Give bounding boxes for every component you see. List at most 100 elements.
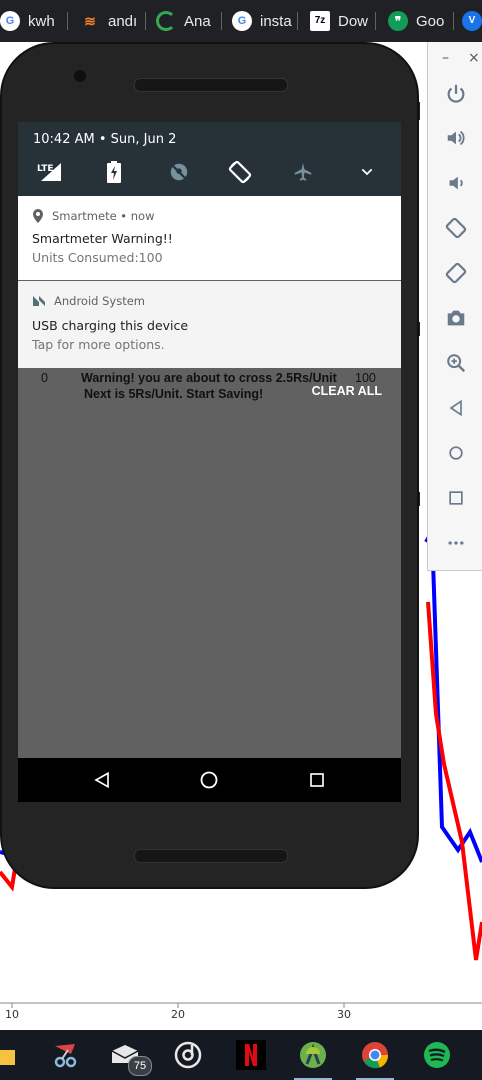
- quick-settings-panel: 10:42 AM • Sun, Jun 2 LTE: [18, 122, 401, 196]
- meter-max-value: 100: [355, 371, 376, 385]
- emulator-toolbar: – ×: [427, 42, 482, 571]
- taskbar-netflix[interactable]: [232, 1036, 270, 1074]
- taskbar-snipping-tool[interactable]: [47, 1036, 85, 1074]
- browser-tab-kwh[interactable]: G kwh: [0, 6, 68, 36]
- taskbar-groove-music[interactable]: [169, 1036, 207, 1074]
- zoom-button[interactable]: [428, 345, 482, 381]
- rotate-left-icon: [445, 217, 466, 239]
- more-button[interactable]: [428, 525, 482, 561]
- chrome-icon: [362, 1042, 389, 1069]
- x-tick-label: 20: [171, 1008, 185, 1021]
- lte-signal-icon: LTE: [37, 163, 61, 181]
- camera-icon: [447, 310, 464, 326]
- volume-down-button[interactable]: [428, 165, 482, 201]
- clear-all-button[interactable]: CLEAR ALL: [312, 384, 382, 398]
- close-button[interactable]: ×: [468, 50, 480, 66]
- android-n-icon: [33, 296, 45, 306]
- taskbar-file-explorer[interactable]: [0, 1036, 20, 1074]
- taskbar-chrome[interactable]: [356, 1036, 394, 1074]
- recents-square-icon: [310, 773, 324, 787]
- stackoverflow-icon: ≋: [84, 13, 96, 29]
- power-icon: [447, 84, 464, 103]
- mail-unread-badge: 75: [128, 1056, 152, 1076]
- front-camera: [74, 70, 86, 82]
- browser-tab-analysis[interactable]: Ana: [156, 6, 222, 36]
- top-speaker-grille: [134, 78, 288, 92]
- taskbar-mail[interactable]: 75: [106, 1036, 152, 1076]
- rotate-right-icon: [445, 262, 466, 284]
- notification-title: Smartmeter Warning!!: [32, 231, 173, 246]
- notification-app-name: Android System: [54, 294, 146, 308]
- screenshot-button[interactable]: [428, 300, 482, 336]
- volume-down-icon: [449, 176, 463, 190]
- warning-message-line-1: Warning! you are about to cross 2.5Rs/Un…: [81, 371, 337, 385]
- back-icon: [448, 399, 462, 417]
- location-tile[interactable]: [163, 156, 195, 188]
- x-tick-label: 30: [337, 1008, 351, 1021]
- expand-quick-settings-button[interactable]: [351, 156, 383, 188]
- nav-home-button[interactable]: [193, 764, 225, 796]
- snipping-tool-icon: [54, 1044, 77, 1068]
- overview-button[interactable]: [428, 480, 482, 516]
- back-button[interactable]: [428, 390, 482, 426]
- notification-title: USB charging this device: [32, 318, 189, 333]
- hangouts-icon: ❞: [388, 11, 408, 31]
- phone-device-frame: 10:42 AM • Sun, Jun 2 LTE Smartmete • no…: [2, 44, 417, 887]
- rotate-right-button[interactable]: [428, 255, 482, 291]
- notification-app-name: Smartmete • now: [52, 209, 155, 223]
- windows-taskbar: 75: [0, 1030, 482, 1080]
- notification-body: Units Consumed:100: [32, 250, 163, 265]
- groove-music-icon: [174, 1041, 202, 1069]
- meter-min-value: 0: [41, 371, 48, 385]
- navigation-bar: [18, 758, 401, 802]
- browser-tab-download[interactable]: 7z Dow: [310, 6, 376, 36]
- notification-android-system[interactable]: Android System USB charging this device …: [18, 281, 401, 368]
- lte-label: LTE: [37, 164, 54, 174]
- browser-tab-google[interactable]: ❞ Goo: [388, 6, 454, 36]
- app-content-dimmed: 0 100 Warning! you are about to cross 2.…: [18, 368, 401, 758]
- google-icon: G: [232, 11, 252, 31]
- taskbar-android-studio[interactable]: [294, 1036, 332, 1074]
- auto-rotate-icon: [228, 160, 252, 184]
- vpn-extension-icon: V: [462, 11, 482, 31]
- taskbar-spotify[interactable]: [418, 1036, 456, 1074]
- nav-back-button[interactable]: [86, 764, 118, 796]
- notification-body: Tap for more options.: [32, 337, 165, 352]
- minimize-button[interactable]: –: [442, 50, 449, 66]
- status-clock: 10:42 AM • Sun, Jun 2: [33, 132, 177, 147]
- overview-icon: [448, 491, 463, 505]
- 7zip-icon: 7z: [310, 11, 330, 31]
- browser-tab-android[interactable]: ≋ andı: [80, 6, 146, 36]
- spotify-icon: [424, 1042, 450, 1068]
- browser-tab-instagram[interactable]: G insta: [232, 6, 298, 36]
- browser-tab-extension[interactable]: V: [462, 6, 482, 36]
- rotate-left-button[interactable]: [428, 210, 482, 246]
- auto-rotate-tile[interactable]: [224, 156, 256, 188]
- volume-up-icon: [447, 130, 464, 146]
- nav-recents-button[interactable]: [301, 764, 333, 796]
- location-off-icon: [170, 163, 188, 181]
- browser-tab-strip: G kwh ≋ andı Ana G insta 7z Dow ❞ Goo V: [0, 0, 482, 42]
- warning-message-line-2: Next is 5Rs/Unit. Start Saving!: [84, 387, 264, 401]
- android-studio-icon: [300, 1042, 326, 1068]
- airplane-mode-tile[interactable]: [287, 156, 319, 188]
- google-icon: G: [0, 11, 20, 31]
- home-circle-icon: [200, 771, 218, 789]
- home-icon: [448, 446, 463, 460]
- more-icon: [448, 541, 463, 545]
- bottom-speaker-grille: [134, 849, 288, 863]
- zoom-icon: [446, 354, 465, 373]
- volume-up-button[interactable]: [428, 120, 482, 156]
- battery-charging-icon: [107, 161, 121, 183]
- power-button[interactable]: [428, 76, 482, 112]
- home-button[interactable]: [428, 435, 482, 471]
- phone-screen: 10:42 AM • Sun, Jun 2 LTE Smartmete • no…: [18, 122, 401, 802]
- x-tick-label: 10: [5, 1008, 19, 1021]
- loading-spinner-icon: [156, 11, 176, 31]
- location-pin-icon: [33, 209, 43, 223]
- notification-smartmeter[interactable]: Smartmete • now Smartmeter Warning!! Uni…: [18, 196, 401, 280]
- lte-signal-toggle[interactable]: LTE: [33, 156, 65, 188]
- expand-chevron-icon: [361, 168, 373, 176]
- battery-tile[interactable]: [98, 156, 130, 188]
- netflix-icon: [236, 1040, 266, 1070]
